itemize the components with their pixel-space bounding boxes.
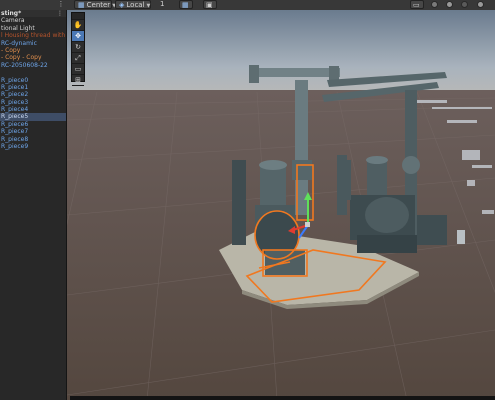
hierarchy-item[interactable]: R_piece1 xyxy=(0,84,66,91)
hierarchy-item[interactable]: R_piece2 xyxy=(0,91,66,98)
hierarchy-scene-header[interactable]: sting* ⋮ xyxy=(0,10,66,18)
hierarchy-item[interactable]: R_piece3 xyxy=(0,99,66,106)
menu-dots[interactable]: ⋮ xyxy=(56,0,66,9)
tool-palette-header[interactable] xyxy=(72,13,84,20)
hierarchy-panel: sting* ⋮ Camera tional Light l Housing thre… xyxy=(0,10,67,400)
rotate-tool-icon[interactable]: ↻ xyxy=(72,42,84,53)
move-tool-icon[interactable]: ✥ xyxy=(72,31,84,42)
hierarchy-item[interactable]: tional Light xyxy=(0,25,66,32)
snap-icon: ▣ xyxy=(206,1,213,9)
skybox xyxy=(67,10,495,92)
scene-name: sting* xyxy=(1,10,22,17)
pivot-mode-label: Center xyxy=(86,1,111,9)
hand-tool-icon[interactable]: ✋ xyxy=(72,20,84,31)
scene-view[interactable] xyxy=(67,10,495,400)
pivot-icon: ▦ xyxy=(78,1,85,9)
hierarchy-item[interactable]: RC-2050608-22 xyxy=(0,62,66,69)
shading-mode-icon[interactable] xyxy=(431,1,438,8)
snap-settings-dropdown[interactable]: ▣ xyxy=(203,0,217,9)
hierarchy-item[interactable]: Camera xyxy=(0,17,66,24)
hierarchy-item[interactable]: R_piece8 xyxy=(0,136,66,143)
pivot-mode-dropdown[interactable]: ▦Center▼ xyxy=(74,0,116,9)
pivot-space-label: Local xyxy=(126,1,145,9)
hierarchy-item[interactable]: l Housing thread with gr xyxy=(0,32,66,39)
hierarchy-item[interactable]: R_piece9 xyxy=(0,143,66,150)
gizmo-center-handle[interactable] xyxy=(305,222,310,227)
hierarchy-item[interactable]: R_piece4 xyxy=(0,106,66,113)
grid-snap-dropdown[interactable]: ▦ xyxy=(179,0,193,9)
draw-mode-button[interactable]: ▭ xyxy=(410,0,424,9)
rect-tool-icon[interactable]: ▭ xyxy=(72,64,84,75)
hierarchy-item[interactable]: R_piece5 xyxy=(0,113,66,121)
snap-increment-value[interactable]: 1 xyxy=(160,0,168,9)
hierarchy-item[interactable]: RC-dynamic xyxy=(0,40,66,47)
effects-toggle-icon[interactable] xyxy=(477,1,484,8)
hierarchy-item[interactable]: R_piece0 xyxy=(0,77,66,84)
grid-icon: ▦ xyxy=(182,1,189,9)
pivot-space-dropdown[interactable]: ◈ Local ▼ xyxy=(115,0,151,9)
hierarchy-item[interactable]: - Copy - Copy xyxy=(0,54,66,61)
hierarchy-item[interactable] xyxy=(0,69,66,76)
lighting-toggle-icon[interactable] xyxy=(446,1,453,8)
local-space-icon: ◈ xyxy=(119,1,125,9)
transform-tool-icon[interactable]: ⊞ xyxy=(72,75,84,86)
chevron-down-icon: ▼ xyxy=(146,3,151,9)
hierarchy-item[interactable]: R_piece6 xyxy=(0,121,66,128)
hierarchy-item[interactable]: R_piece7 xyxy=(0,128,66,135)
scale-tool-icon[interactable]: ⤢ xyxy=(72,53,84,64)
hierarchy-item[interactable]: - Copy xyxy=(0,47,66,54)
audio-toggle-icon[interactable] xyxy=(461,1,468,8)
scene-menu-icon[interactable]: ⋮ xyxy=(57,10,66,17)
draw-mode-icon: ▭ xyxy=(413,1,420,9)
scene-tool-palette: ✋ ✥ ↻ ⤢ ▭ ⊞ xyxy=(71,12,85,86)
scene-canvas[interactable] xyxy=(67,10,495,400)
hierarchy-list: Camera tional Light l Housing thread with … xyxy=(0,17,66,150)
scene-bottom-bar xyxy=(70,396,495,400)
